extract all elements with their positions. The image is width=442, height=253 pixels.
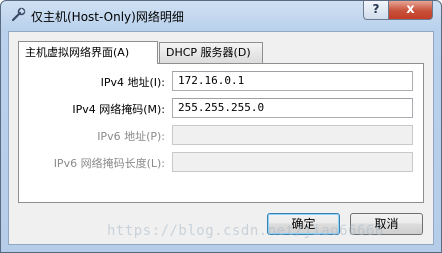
tab-host-virtual-network[interactable]: 主机虚拟网络界面(A) — [18, 41, 158, 64]
ipv6-address-label: IPv6 地址(P): — [97, 130, 165, 143]
ipv4-address-input[interactable]: 172.16.0.1 — [172, 71, 413, 91]
tab-dhcp-server[interactable]: DHCP 服务器(D) — [159, 42, 263, 63]
ipv6-prefix-length-input[interactable] — [172, 152, 413, 172]
ipv4-address-label: IPv4 地址(I): — [100, 76, 165, 89]
close-button[interactable]: x — [388, 1, 433, 20]
ipv6-prefix-length-label: IPv6 网络掩码长度(L): — [53, 157, 165, 170]
title-bar[interactable]: 仅主机(Host-Only)网络明细 ? x — [1, 1, 441, 31]
ipv6-address-input[interactable] — [172, 125, 413, 145]
help-button[interactable]: ? — [363, 1, 389, 20]
tab-panel: IPv4 地址(I): 172.16.0.1 IPv4 网络掩码(M): 255… — [18, 63, 424, 203]
ipv4-netmask-label: IPv4 网络掩码(M): — [72, 103, 165, 116]
watermark: https://blog.csdn.net/jiao66666 — [107, 223, 384, 239]
wrench-icon — [10, 7, 26, 23]
dialog-body: 主机虚拟网络界面(A) DHCP 服务器(D) IPv4 地址(I): 172.… — [8, 31, 434, 245]
dialog-window: 仅主机(Host-Only)网络明细 ? x 主机虚拟网络界面(A) DHCP … — [0, 0, 442, 253]
window-title: 仅主机(Host-Only)网络明细 — [31, 10, 184, 24]
ipv4-netmask-input[interactable]: 255.255.255.0 — [172, 98, 413, 118]
